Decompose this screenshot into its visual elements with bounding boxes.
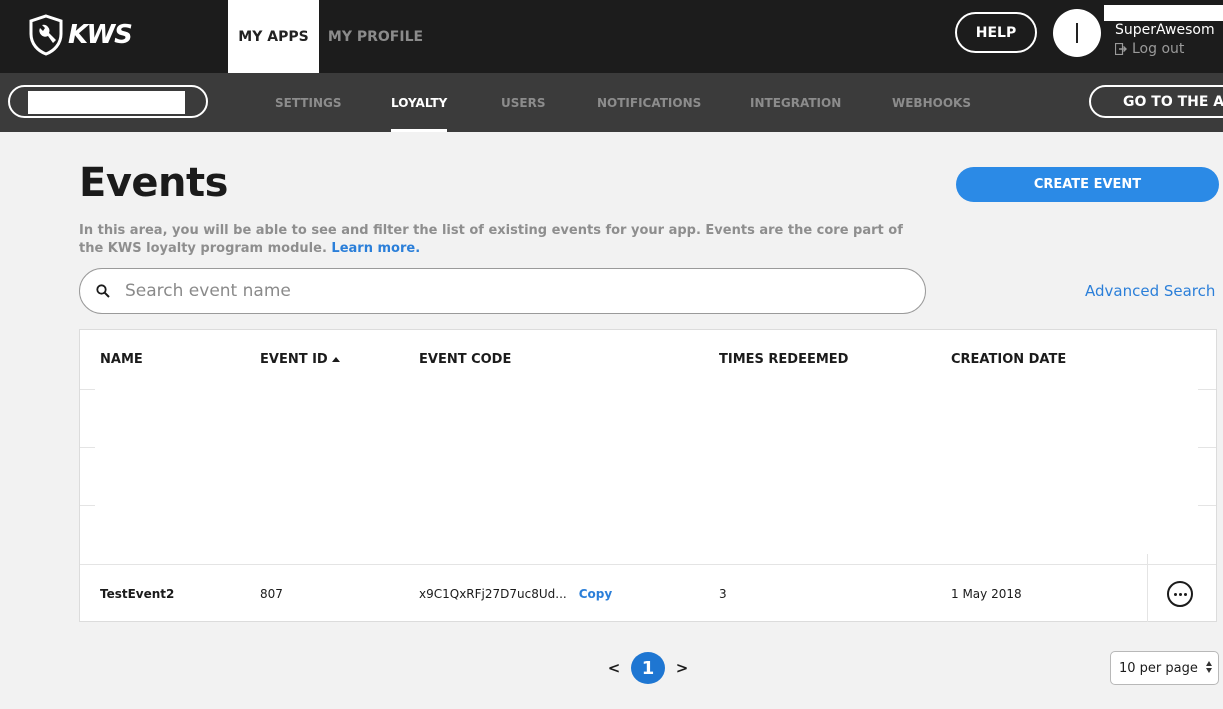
advanced-search-link[interactable]: Advanced Search [1085,282,1215,300]
tab-loyalty[interactable]: LOYALTY [391,73,448,132]
row-divider [1198,389,1216,390]
event-id: 807 [260,587,283,601]
learn-more-link[interactable]: Learn more. [331,241,420,256]
event-name: TestEvent2 [100,587,175,601]
event-code: x9C1QxRFj27D7uc8Ud... [419,587,567,601]
page-title: Events [79,160,228,206]
tab-settings[interactable]: SETTINGS [275,73,342,132]
tab-webhooks[interactable]: WEBHOOKS [892,73,971,132]
copy-code-link[interactable]: Copy [579,587,612,601]
column-header-name[interactable]: NAME [100,352,143,367]
tab-notifications[interactable]: NOTIFICATIONS [597,73,701,132]
row-divider [1198,447,1216,448]
logout-icon [1115,43,1127,55]
go-to-app-button[interactable]: GO TO THE AP [1089,85,1223,118]
create-event-button[interactable]: CREATE EVENT [956,167,1219,202]
column-header-event-code[interactable]: EVENT CODE [419,352,511,367]
events-table: NAME EVENT ID EVENT CODE TIMES REDEEMED … [79,329,1217,622]
creation-date: 1 May 2018 [951,587,1022,601]
more-options-icon[interactable] [1167,581,1193,607]
logo-text: KWS [68,20,133,50]
avatar[interactable] [1053,9,1101,57]
description-text: In this area, you will be able to see an… [79,223,903,256]
per-page-select[interactable]: 10 per page [1110,651,1219,685]
sort-ascending-icon [331,357,340,362]
search-input[interactable] [125,281,885,301]
page-number-current[interactable]: 1 [631,652,665,684]
per-page-value: 10 per page [1119,660,1198,676]
tab-integration[interactable]: INTEGRATION [750,73,841,132]
row-divider [80,505,95,506]
row-divider [80,389,95,390]
tab-my-profile[interactable]: MY PROFILE [319,0,432,73]
previous-page-button[interactable]: < [605,659,623,677]
pagination: < 1 > [605,652,691,684]
search-icon [96,284,110,298]
page-description: In this area, you will be able to see an… [79,222,909,258]
column-header-creation-date[interactable]: CREATION DATE [951,352,1066,367]
select-arrows-icon [1206,661,1212,673]
redacted-block [28,91,185,114]
column-header-times-redeemed[interactable]: TIMES REDEEMED [719,352,848,367]
app-selector[interactable] [8,85,208,118]
column-header-event-id[interactable]: EVENT ID [260,352,340,367]
tab-my-apps[interactable]: MY APPS [228,0,319,73]
help-button[interactable]: HELP [955,12,1037,53]
kws-logo[interactable]: KWS [28,14,133,56]
app-navigation-bar: SETTINGS LOYALTY USERS NOTIFICATIONS INT… [0,73,1223,132]
tab-users[interactable]: USERS [501,73,545,132]
shield-wrench-icon [29,14,63,56]
next-page-button[interactable]: > [673,659,691,677]
table-row[interactable]: TestEvent2 807 x9C1QxRFj27D7uc8Ud... Cop… [80,564,1216,622]
row-divider [80,447,95,448]
row-divider [1198,505,1216,506]
column-header-label: EVENT ID [260,352,328,367]
username: SuperAwesom [1115,22,1215,38]
top-navigation-bar: KWS MY APPS MY PROFILE HELP SuperAwesom … [0,0,1223,73]
event-code-cell: x9C1QxRFj27D7uc8Ud... Copy [419,565,612,623]
redacted-block [1104,5,1223,21]
logout-label: Log out [1132,41,1185,57]
search-bar[interactable] [79,268,926,314]
logout-link[interactable]: Log out [1115,41,1184,57]
times-redeemed: 3 [719,587,727,601]
